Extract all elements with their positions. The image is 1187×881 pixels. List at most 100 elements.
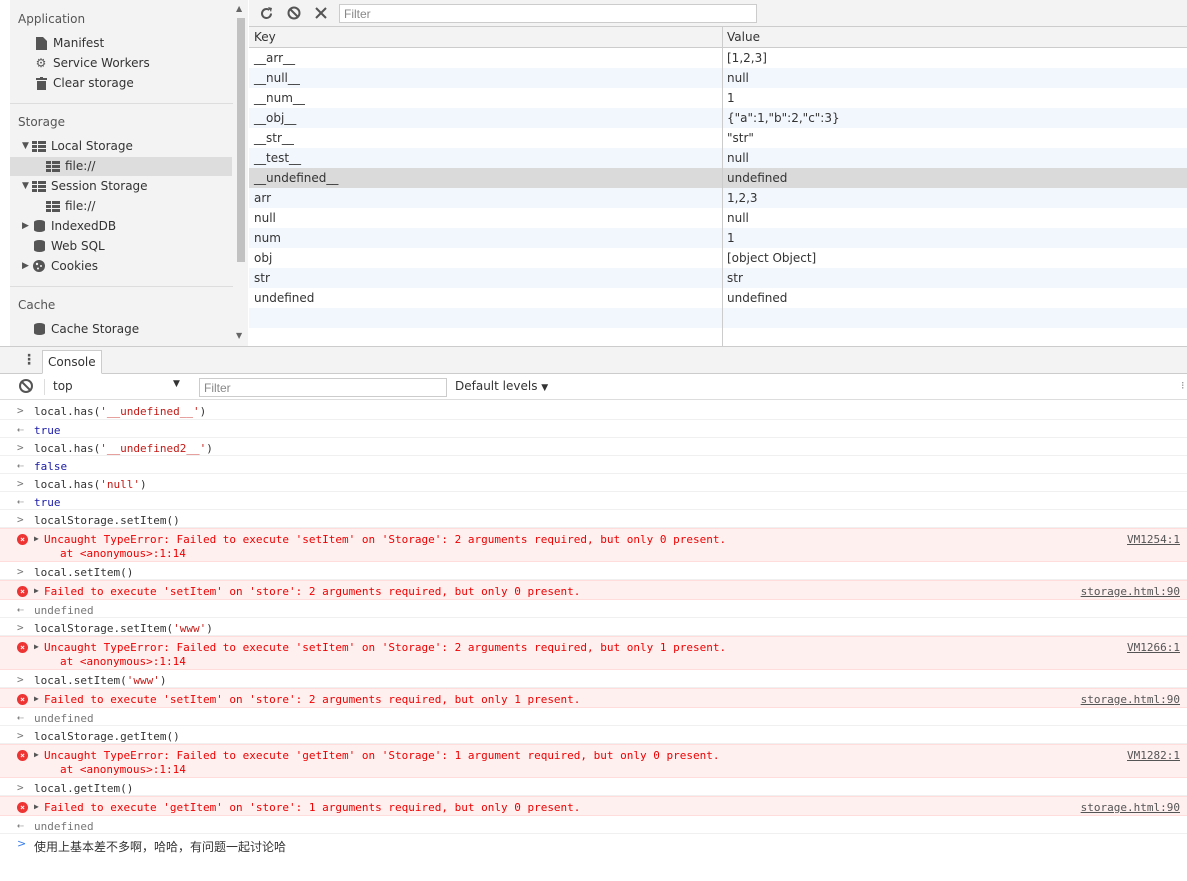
table-icon (46, 199, 60, 213)
close-icon[interactable] (312, 4, 330, 22)
table-row[interactable]: __null__ null (249, 68, 1187, 88)
sidebar-item-websql[interactable]: Web SQL (32, 236, 105, 256)
input-prompt-icon: > (17, 729, 24, 742)
sidebar-item-label: Manifest (53, 36, 105, 50)
table-row[interactable]: __num__ 1 (249, 88, 1187, 108)
sidebar-item-local-storage[interactable]: ▼ Local Storage (22, 136, 133, 156)
sidebar-item-label: Web SQL (51, 239, 105, 253)
input-code: local.getItem() (34, 782, 133, 795)
input-code: local.has('__undefined2__') (34, 442, 213, 455)
empty-table-row (249, 328, 1187, 348)
sidebar-item-cookies[interactable]: ▶ Cookies (22, 256, 98, 276)
code-text: localStorage.getItem() (34, 730, 180, 743)
console-prompt[interactable]: > 使用上基本差不多啊，哈哈，有问题一起讨论哈 (0, 834, 1187, 856)
cell-key: __test__ (254, 151, 302, 165)
input-prompt-icon: > (17, 781, 24, 794)
sidebar-item-cache-storage[interactable]: Cache Storage (32, 319, 139, 339)
database-icon (32, 239, 46, 253)
table-row[interactable]: __test__ null (249, 148, 1187, 168)
sidebar-item-service-workers[interactable]: ⚙ Service Workers (34, 53, 150, 73)
output-value: undefined (34, 604, 94, 617)
clear-console-icon[interactable] (19, 379, 33, 393)
section-title-storage: Storage (18, 115, 65, 129)
table-row[interactable]: arr 1,2,3 (249, 188, 1187, 208)
more-menu-icon[interactable]: ⋮ (22, 352, 36, 368)
sidebar-item-local-storage-file[interactable]: file:// (46, 156, 95, 176)
sidebar-item-session-storage-file[interactable]: file:// (46, 196, 95, 216)
input-prompt-icon: > (17, 673, 24, 686)
prompt-input-text[interactable]: 使用上基本差不多啊，哈哈，有问题一起讨论哈 (34, 838, 286, 855)
tab-console[interactable]: Console (42, 350, 102, 374)
expanded-arrow-icon[interactable]: ▼ (22, 176, 32, 196)
context-selector[interactable]: top (53, 379, 183, 393)
refresh-icon[interactable] (257, 4, 275, 22)
code-text: local.has( (34, 405, 101, 418)
expand-arrow-icon[interactable]: ▶ (34, 694, 39, 703)
table-row[interactable]: undefined undefined (249, 288, 1187, 308)
source-link[interactable]: storage.html:90 (1081, 801, 1180, 814)
cell-value: undefined (727, 171, 788, 185)
source-link[interactable]: VM1282:1 (1127, 749, 1180, 762)
expanded-arrow-icon[interactable]: ▼ (22, 136, 32, 156)
input-prompt-icon: > (17, 513, 24, 526)
console-output: ⇠ undefined (0, 708, 1187, 726)
column-divider[interactable] (722, 27, 723, 346)
source-link[interactable]: VM1266:1 (1127, 641, 1180, 654)
console-input: > local.setItem('www') (0, 670, 1187, 688)
console-error-message: × ▶ Failed to execute 'setItem' on 'store'… (0, 580, 1187, 600)
console-input: > local.has('__undefined__') (0, 401, 1187, 420)
sidebar-item-session-storage[interactable]: ▼ Session Storage (22, 176, 148, 196)
console-drawer: ⋮ Console top ▼ Default levels ▼ ⁝ > loca… (0, 346, 1187, 881)
input-prompt-icon: > (17, 441, 24, 454)
source-link[interactable]: storage.html:90 (1081, 585, 1180, 598)
table-row[interactable]: __arr__ [1,2,3] (249, 48, 1187, 68)
column-header-value[interactable]: Value (727, 30, 760, 44)
sidebar-item-indexeddb[interactable]: ▶ IndexedDB (22, 216, 116, 236)
code-text: ) (206, 442, 213, 455)
output-arrow-icon: ⇠ (17, 423, 24, 436)
source-link[interactable]: storage.html:90 (1081, 693, 1180, 706)
cell-value: 1,2,3 (727, 191, 758, 205)
scroll-up-icon[interactable]: ▲ (236, 4, 242, 13)
dropdown-arrow-icon[interactable]: ▼ (173, 379, 180, 389)
source-link[interactable]: VM1254:1 (1127, 533, 1180, 546)
table-row[interactable]: obj [object Object] (249, 248, 1187, 268)
table-row[interactable]: __obj__ {"a":1,"b":2,"c":3} (249, 108, 1187, 128)
collapsed-arrow-icon[interactable]: ▶ (22, 216, 32, 236)
column-header-key[interactable]: Key (254, 30, 276, 44)
error-text: Failed to execute 'setItem' on 'store': … (44, 585, 581, 598)
console-input: > localStorage.setItem() (0, 510, 1187, 528)
error-text: Uncaught TypeError: Failed to execute 'g… (44, 749, 720, 762)
table-row[interactable]: __str__ "str" (249, 128, 1187, 148)
sidebar-item-manifest[interactable]: Manifest (34, 33, 104, 53)
console-error-message: × ▶ Uncaught TypeError: Failed to execute … (0, 636, 1187, 670)
error-icon: × (17, 694, 28, 705)
expand-arrow-icon[interactable]: ▶ (34, 750, 39, 759)
block-icon[interactable] (285, 4, 303, 22)
cell-key: obj (254, 251, 273, 265)
table-row[interactable]: str str (249, 268, 1187, 288)
console-filter-input[interactable] (199, 378, 447, 397)
sidebar-item-clear-storage[interactable]: Clear storage (34, 73, 134, 93)
code-string: 'www' (173, 622, 207, 635)
log-levels-label: Default levels (455, 379, 538, 393)
cell-key: str (254, 271, 270, 285)
expand-arrow-icon[interactable]: ▶ (34, 586, 39, 595)
sidebar-divider (10, 103, 240, 104)
storage-view: Key Value __arr__[1,2,3]__null__null__nu… (249, 0, 1187, 346)
scroll-down-icon[interactable]: ▼ (236, 331, 242, 340)
table-row[interactable]: null null (249, 208, 1187, 228)
storage-filter-input[interactable] (339, 4, 757, 23)
sidebar-scrollbar-thumb[interactable] (237, 18, 245, 262)
table-row[interactable]: num 1 (249, 228, 1187, 248)
expand-arrow-icon[interactable]: ▶ (34, 802, 39, 811)
table-row[interactable]: __undefined__ undefined (249, 168, 1187, 188)
expand-arrow-icon[interactable]: ▶ (34, 642, 39, 651)
cell-key: __num__ (254, 91, 305, 105)
log-levels-dropdown[interactable]: Default levels ▼ (455, 379, 548, 393)
sidebar-item-label: IndexedDB (51, 219, 117, 233)
settings-overflow-icon[interactable]: ⁝ (1181, 379, 1185, 392)
expand-arrow-icon[interactable]: ▶ (34, 534, 39, 543)
database-icon (32, 322, 46, 336)
collapsed-arrow-icon[interactable]: ▶ (22, 256, 32, 276)
